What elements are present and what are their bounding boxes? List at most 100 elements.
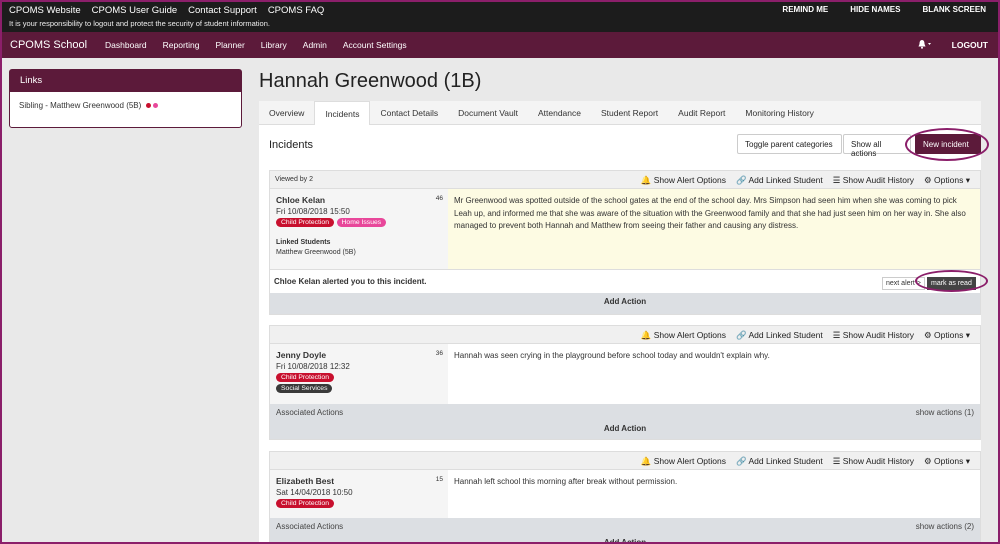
incident-author: Elizabeth Best [276, 476, 335, 486]
faq-link[interactable]: CPOMS FAQ [268, 5, 324, 16]
incident-meta: Elizabeth Best Sat 14/04/2018 10:50 15 C… [270, 470, 448, 518]
add-linked-student-label: Add Linked Student [748, 330, 823, 340]
alert-row: Chloe Kelan alerted you to this incident… [270, 269, 988, 293]
show-audit-history-button[interactable]: ☰ Show Audit History [833, 175, 914, 186]
incident-card: Viewed by 2 🔔 Show Alert Options 🔗 Add L… [269, 170, 988, 315]
add-linked-student-label: Add Linked Student [748, 175, 823, 185]
gear-icon: ⚙ [924, 175, 932, 185]
alert-bell-icon: 🔔 [640, 456, 652, 466]
category-tag[interactable]: Home Issues [336, 218, 387, 227]
show-alert-options-label: Show Alert Options [653, 330, 726, 340]
blank-screen-button[interactable]: BLANK SCREEN [922, 5, 986, 14]
incident-id: 36 [435, 350, 443, 357]
alert-dot-pink-icon [152, 103, 158, 109]
sibling-form: (5B) [126, 101, 142, 110]
cpoms-website-link[interactable]: CPOMS Website [9, 5, 81, 16]
tab-contact-details[interactable]: Contact Details [370, 101, 448, 125]
category-tag[interactable]: Child Protection [276, 499, 334, 508]
options-dropdown[interactable]: ⚙ Options ▾ [924, 456, 970, 467]
show-actions-toggle[interactable]: show actions (2) [916, 522, 974, 531]
show-audit-history-button[interactable]: ☰ Show Audit History [833, 330, 914, 341]
show-audit-history-label: Show Audit History [842, 330, 915, 340]
next-alert-label: next alert [886, 280, 915, 287]
show-alert-options-label: Show Alert Options [653, 456, 726, 466]
audit-list-icon: ☰ [832, 456, 841, 466]
linked-student-form: (5B) [342, 249, 356, 256]
caret-down-icon: ▾ [965, 330, 970, 340]
associated-actions-bar: Associated Actions show actions (2) [270, 518, 980, 534]
nav-dashboard[interactable]: Dashboard [105, 40, 147, 50]
top-bar: CPOMS Website CPOMS User Guide Contact S… [0, 0, 1000, 32]
incident-id: 15 [435, 476, 443, 483]
associated-actions-bar: Associated Actions show actions (1) [270, 404, 980, 420]
user-guide-link[interactable]: CPOMS User Guide [92, 5, 178, 16]
incident-date: Sat 14/04/2018 10:50 [276, 488, 353, 497]
main-nav: CPOMS School Dashboard Reporting Planner… [0, 32, 1000, 58]
sibling-link-row: Sibling - Matthew Greenwood (5B) [10, 92, 241, 119]
show-alert-options-button[interactable]: 🔔 Show Alert Options [641, 175, 726, 186]
options-label: Options [934, 330, 964, 340]
tab-monitoring-history[interactable]: Monitoring History [735, 101, 824, 125]
show-alert-options-button[interactable]: 🔔 Show Alert Options [641, 456, 726, 467]
add-action-button[interactable]: Add Action [270, 534, 980, 544]
associated-actions-label: Associated Actions [276, 408, 344, 417]
hide-names-button[interactable]: HIDE NAMES [850, 5, 900, 14]
show-actions-toggle[interactable]: show actions (1) [916, 408, 974, 417]
options-label: Options [934, 175, 964, 185]
add-linked-student-button[interactable]: 🔗 Add Linked Student [736, 330, 823, 341]
category-tag[interactable]: Child Protection [276, 373, 334, 382]
tab-incidents[interactable]: Incidents [314, 101, 371, 125]
logout-button[interactable]: LOGOUT [952, 40, 988, 50]
brand-link[interactable]: CPOMS School [10, 39, 87, 51]
nav-planner[interactable]: Planner [215, 40, 244, 50]
sibling-name-link[interactable]: Matthew Greenwood [50, 101, 124, 110]
show-all-actions-button[interactable]: Show all actions [843, 134, 911, 158]
nav-library[interactable]: Library [261, 40, 287, 50]
add-linked-student-label: Add Linked Student [748, 456, 823, 466]
options-label: Options [934, 456, 964, 466]
options-dropdown[interactable]: ⚙ Options ▾ [924, 330, 970, 341]
tab-audit-report[interactable]: Audit Report [668, 101, 735, 125]
link-icon: 🔗 [736, 175, 747, 185]
toggle-parent-categories-button[interactable]: Toggle parent categories [737, 134, 842, 154]
sibling-prefix: Sibling - [19, 101, 51, 110]
add-action-button[interactable]: Add Action [270, 420, 980, 439]
tab-overview[interactable]: Overview [259, 101, 314, 125]
incident-meta: Chloe Kelan Fri 10/08/2018 15:50 46 Chil… [270, 189, 448, 269]
show-alert-options-button[interactable]: 🔔 Show Alert Options [641, 330, 726, 341]
linked-student[interactable]: Matthew Greenwood (5B) [276, 249, 442, 256]
category-tag[interactable]: Child Protection [276, 218, 334, 227]
remind-me-button[interactable]: REMIND ME [782, 5, 828, 14]
add-linked-student-button[interactable]: 🔗 Add Linked Student [736, 175, 823, 186]
tab-attendance[interactable]: Attendance [528, 101, 591, 125]
incident-description: Hannah left school this morning after br… [454, 477, 678, 486]
category-tag[interactable]: Social Services [276, 384, 333, 393]
incident-card: 🔔 Show Alert Options 🔗 Add Linked Studen… [269, 451, 981, 544]
contact-support-link[interactable]: Contact Support [188, 5, 257, 16]
add-linked-student-button[interactable]: 🔗 Add Linked Student [736, 456, 823, 467]
alert-bell-icon: 🔔 [640, 330, 652, 340]
add-action-button[interactable]: Add Action [270, 293, 980, 314]
audit-list-icon: ☰ [832, 175, 841, 185]
link-icon: 🔗 [736, 456, 747, 466]
notifications-bell-icon[interactable] [918, 39, 932, 51]
alert-bell-icon: 🔔 [640, 175, 652, 185]
new-incident-highlight-ring [905, 128, 989, 161]
alert-message: Chloe Kelan alerted you to this incident… [274, 277, 427, 286]
show-audit-history-button[interactable]: ☰ Show Audit History [833, 456, 914, 467]
incidents-panel: Incidents Toggle parent categories Show … [259, 125, 989, 544]
incident-date: Fri 10/08/2018 12:32 [276, 362, 350, 371]
tab-document-vault[interactable]: Document Vault [448, 101, 528, 125]
options-dropdown[interactable]: ⚙ Options ▾ [924, 175, 970, 186]
linked-student-name: Matthew Greenwood [276, 249, 341, 256]
nav-account-settings[interactable]: Account Settings [343, 40, 407, 50]
show-alert-options-label: Show Alert Options [653, 175, 726, 185]
tab-student-report[interactable]: Student Report [591, 101, 668, 125]
nav-reporting[interactable]: Reporting [163, 40, 200, 50]
caret-down-icon: ▾ [965, 456, 970, 466]
gear-icon: ⚙ [924, 330, 932, 340]
incident-id: 46 [435, 195, 443, 202]
alert-dot-red-icon [145, 103, 151, 109]
nav-admin[interactable]: Admin [303, 40, 327, 50]
show-audit-history-label: Show Audit History [842, 456, 915, 466]
